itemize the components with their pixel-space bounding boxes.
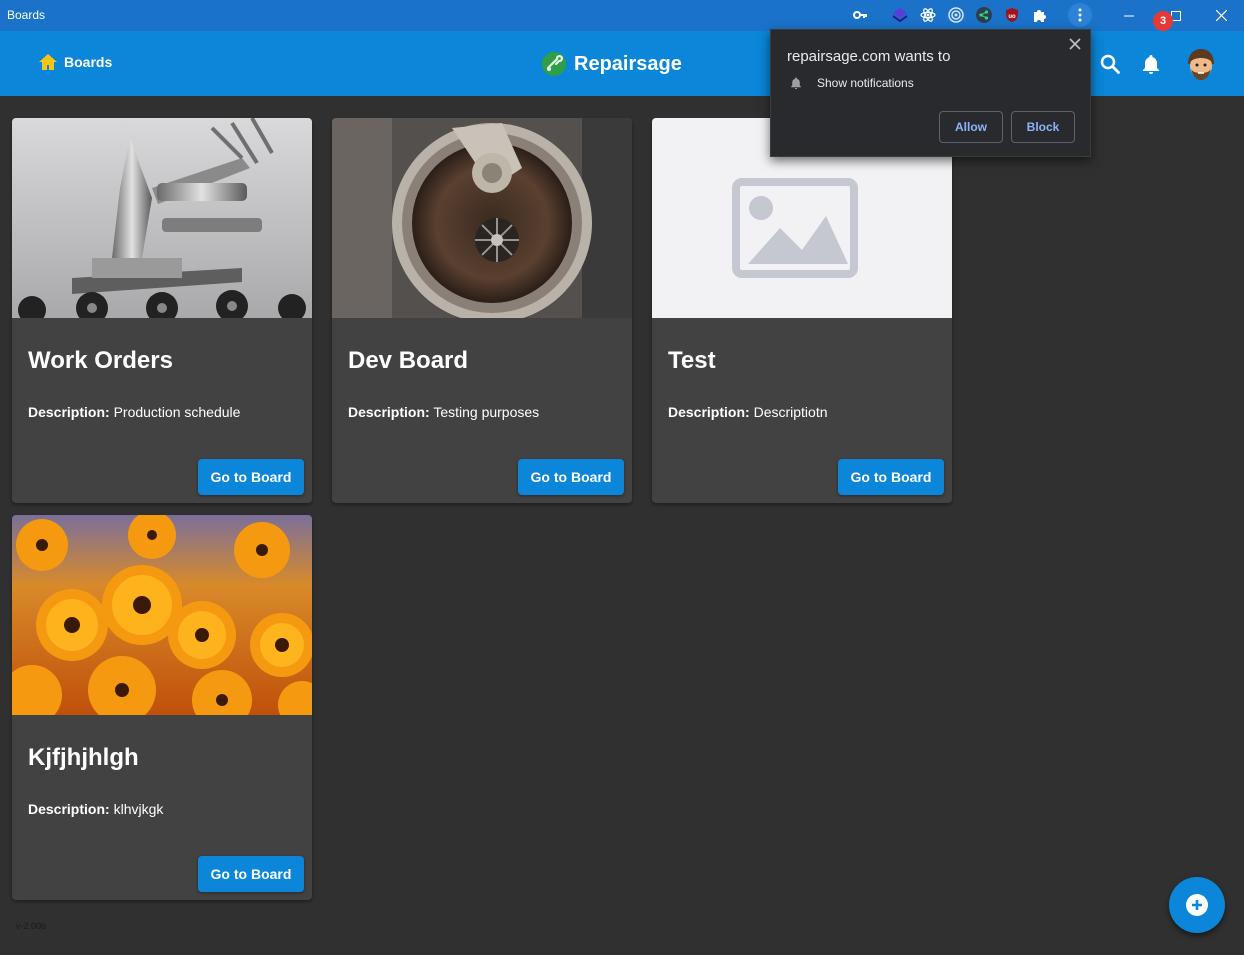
board-card: Kjfjhjhlgh Description: klhvjkgk Go to B…: [12, 515, 312, 900]
notification-permission-popup: repairsage.com wants to Show notificatio…: [770, 29, 1091, 157]
target-icon[interactable]: [948, 7, 964, 23]
description-label: Description:: [28, 801, 110, 817]
board-image-flowers: [12, 515, 312, 715]
home-icon: [39, 54, 57, 70]
permission-item-label: Show notifications: [817, 76, 914, 90]
board-card: Work Orders Description: Production sche…: [12, 118, 312, 503]
go-to-board-button[interactable]: Go to Board: [198, 459, 304, 495]
notification-badge: 3: [1153, 11, 1173, 31]
bell-icon: [791, 77, 801, 90]
board-description: Description: Testing purposes: [348, 404, 539, 420]
description-label: Description:: [28, 404, 110, 420]
react-icon[interactable]: [920, 7, 936, 23]
version-label: v-2.00b: [16, 921, 47, 931]
browser-menu-icon[interactable]: [1068, 3, 1092, 27]
board-title: Work Orders: [28, 347, 173, 374]
board-card: Test Description: Descriptiotn Go to Boa…: [652, 118, 952, 503]
close-icon[interactable]: [1068, 37, 1082, 51]
board-image-machine: [12, 118, 312, 318]
allow-button[interactable]: Allow: [939, 111, 1003, 143]
board-title: Kjfjhjhlgh: [28, 744, 139, 771]
board-description: Description: klhvjkgk: [28, 801, 163, 817]
permission-title: repairsage.com wants to: [787, 48, 951, 65]
share-icon[interactable]: [976, 7, 992, 23]
permission-item: Show notifications: [789, 76, 914, 90]
brand-name: Repairsage: [574, 52, 682, 75]
key-icon[interactable]: [852, 7, 868, 23]
go-to-board-button[interactable]: Go to Board: [838, 459, 944, 495]
description-text: klhvjkgk: [109, 801, 164, 817]
close-window-icon[interactable]: [1198, 0, 1244, 31]
ublock-icon[interactable]: uo: [1004, 7, 1020, 23]
puzzle-icon[interactable]: [1032, 7, 1048, 23]
boards-nav-label: Boards: [64, 54, 113, 70]
go-to-board-button[interactable]: Go to Board: [518, 459, 624, 495]
window-title: Boards: [7, 8, 46, 22]
go-to-board-button[interactable]: Go to Board: [198, 856, 304, 892]
board-description: Description: Descriptiotn: [668, 404, 828, 420]
layers-icon[interactable]: [892, 7, 908, 23]
svg-text:uo: uo: [1008, 14, 1016, 20]
board-card: Dev Board Description: Testing purposes …: [332, 118, 632, 503]
add-circle-icon: [1186, 894, 1208, 916]
avatar[interactable]: [1182, 44, 1220, 82]
description-label: Description:: [668, 404, 750, 420]
board-title: Test: [668, 347, 716, 374]
brand-logo: Repairsage: [541, 51, 682, 77]
repairsage-logo-icon: [542, 52, 566, 76]
block-button[interactable]: Block: [1011, 111, 1075, 143]
description-label: Description:: [348, 404, 430, 420]
board-title: Dev Board: [348, 347, 469, 374]
minimize-icon[interactable]: [1106, 0, 1152, 31]
search-icon[interactable]: [1099, 53, 1121, 75]
description-text: Descriptiotn: [749, 404, 828, 420]
description-text: Production schedule: [109, 404, 241, 420]
board-description: Description: Production schedule: [28, 404, 240, 420]
boards-nav-button[interactable]: Boards: [38, 53, 112, 71]
board-image-turbo: [332, 118, 632, 318]
add-board-button[interactable]: [1169, 877, 1225, 933]
bell-icon[interactable]: [1140, 53, 1162, 75]
window-titlebar: Boards uo: [0, 0, 1244, 31]
description-text: Testing purposes: [429, 404, 540, 420]
